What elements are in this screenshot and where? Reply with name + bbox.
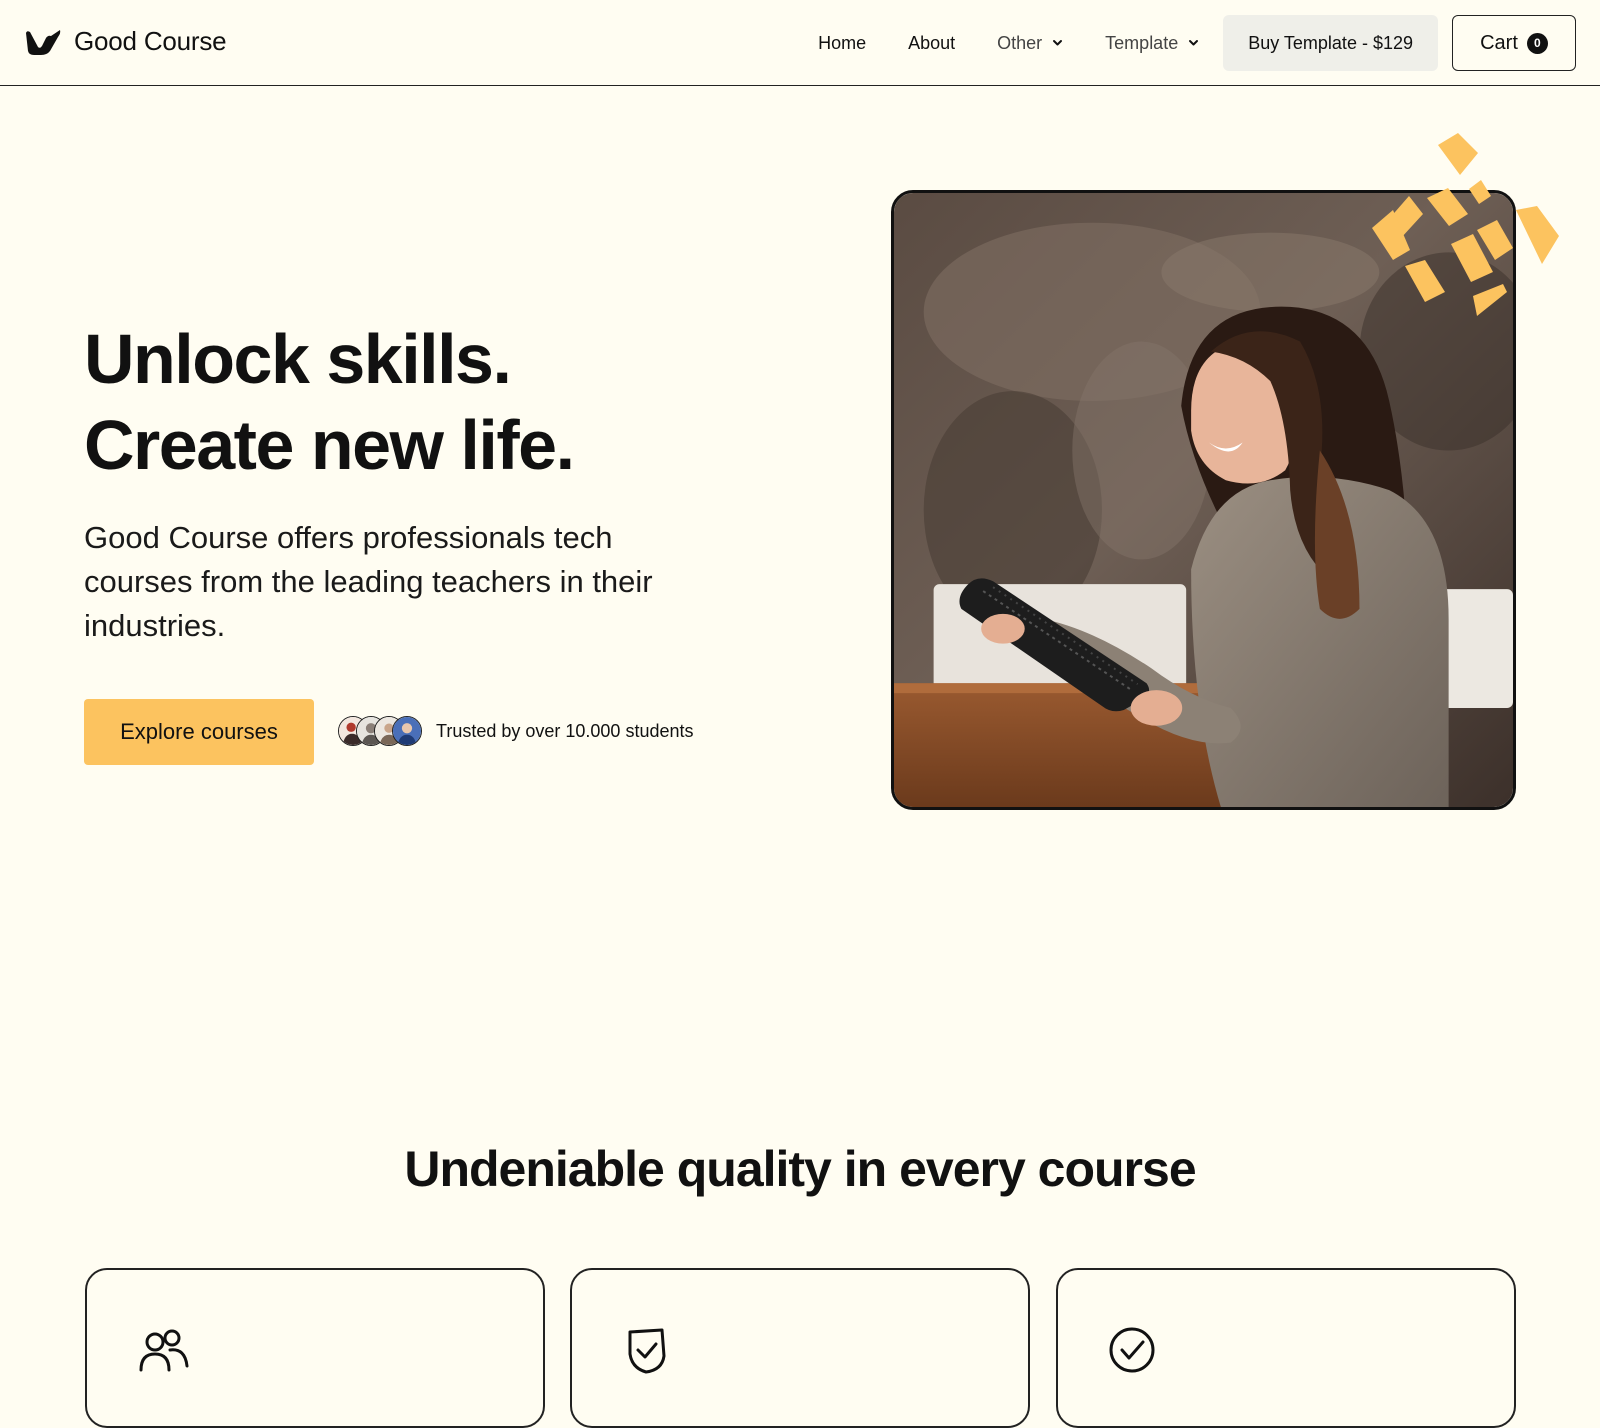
nav-about-label: About <box>908 32 956 53</box>
users-icon <box>139 1329 189 1372</box>
brand-home-link[interactable]: Good Course <box>24 26 227 57</box>
nav-home-label: Home <box>818 32 867 53</box>
nav-about-link[interactable]: About <box>908 33 955 54</box>
trust-text: Trusted by over 10.000 students <box>436 720 694 741</box>
site-header: Good Course Home About Other Template Bu… <box>0 0 1600 86</box>
hero-title-line-1: Unlock skills. <box>84 320 512 398</box>
feature-card <box>1056 1268 1516 1428</box>
trust-indicator: Trusted by over 10.000 students <box>338 716 693 746</box>
explore-courses-button[interactable]: Explore courses <box>84 699 314 765</box>
decorative-shapes-icon <box>1372 133 1559 316</box>
hero-title-line-2: Create new life. <box>84 406 575 484</box>
cart-button[interactable]: Cart 0 <box>1452 15 1576 71</box>
nav-other-label: Other <box>997 32 1043 53</box>
buy-template-label: Buy Template - $129 <box>1248 32 1413 53</box>
avatar <box>392 716 422 746</box>
hero-title: Unlock skills. Create new life. <box>84 316 575 488</box>
student-avatars <box>338 716 422 746</box>
nav-other-dropdown[interactable]: Other <box>997 33 1063 54</box>
feature-card <box>570 1268 1030 1428</box>
features-title: Undeniable quality in every course <box>404 1141 1196 1197</box>
nav-home-link[interactable]: Home <box>818 33 866 54</box>
main-nav: Home About Other Template Buy Template -… <box>818 15 1576 71</box>
feature-card <box>85 1268 545 1428</box>
shield-check-icon <box>628 1328 666 1374</box>
check-circle-icon <box>1109 1327 1155 1373</box>
nav-template-dropdown[interactable]: Template <box>1105 33 1199 54</box>
chevron-down-icon <box>1053 40 1063 46</box>
brand-name: Good Course <box>74 26 227 56</box>
cart-count-badge: 0 <box>1526 32 1548 54</box>
buy-template-button[interactable]: Buy Template - $129 <box>1223 15 1438 71</box>
cart-label: Cart <box>1480 31 1518 54</box>
nav-template-label: Template <box>1105 32 1179 53</box>
bird-icon <box>26 29 61 55</box>
hero-description: Good Course offers professionals tech co… <box>84 520 653 643</box>
explore-courses-label: Explore courses <box>120 719 278 744</box>
chevron-down-icon <box>1189 40 1199 46</box>
